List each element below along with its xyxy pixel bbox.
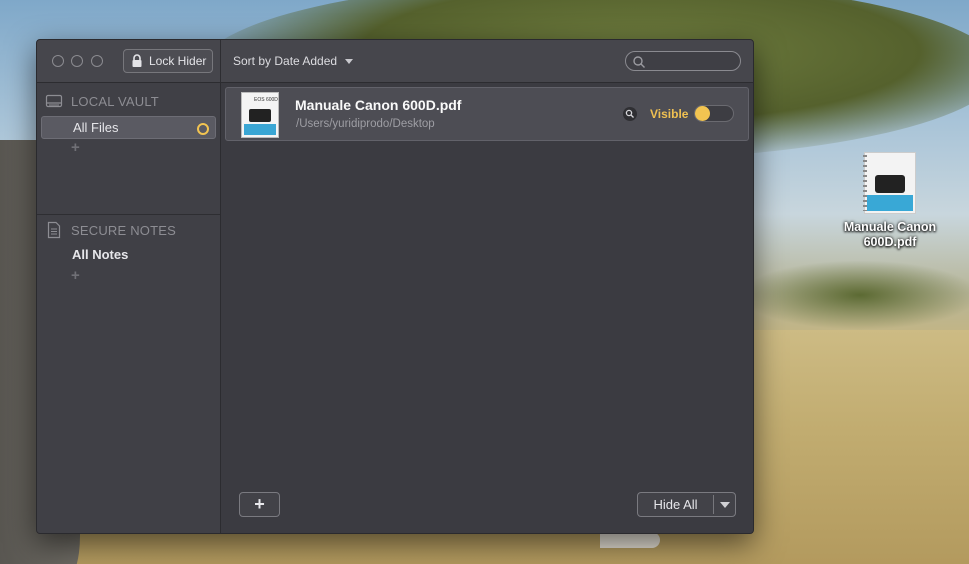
sort-label: Sort by Date Added: [233, 54, 338, 68]
toggle-knob: [695, 106, 710, 121]
add-note-button[interactable]: +: [71, 267, 80, 284]
hide-all-label: Hide All: [653, 497, 698, 512]
visibility-status: Visible: [650, 107, 689, 121]
sidebar: LOCAL VAULT All Files + SECURE NOTES All…: [37, 83, 221, 533]
sort-dropdown[interactable]: Sort by Date Added: [233, 54, 354, 68]
reveal-in-finder-button[interactable]: [623, 107, 637, 121]
search-icon: [633, 56, 645, 68]
hide-all-button[interactable]: Hide All: [637, 492, 736, 517]
add-vault-item-button[interactable]: +: [71, 139, 80, 156]
lock-icon: [132, 54, 142, 67]
drive-icon: [45, 94, 63, 108]
hide-all-divider: [713, 495, 714, 514]
secure-notes-heading: SECURE NOTES: [45, 221, 176, 239]
chevron-down-icon: [345, 58, 354, 64]
desktop-label-line1: Manuale Canon: [843, 220, 937, 234]
pdf-thumbnail: [863, 152, 916, 214]
title-bar: Lock Hider Sort by Date Added: [37, 40, 753, 83]
hider-window: Lock Hider Sort by Date Added LOCAL VAUL…: [36, 39, 754, 534]
file-row[interactable]: EOS 600D Manuale Canon 600D.pdf /Users/y…: [225, 87, 749, 141]
thumbnail-text: EOS 600D: [254, 97, 278, 103]
minimize-window-button[interactable]: [71, 55, 83, 67]
secure-notes-label: SECURE NOTES: [71, 222, 176, 238]
local-vault-heading: LOCAL VAULT: [45, 93, 159, 109]
lock-hider-label: Lock Hider: [149, 54, 207, 68]
pdf-thumbnail: EOS 600D: [241, 92, 279, 138]
file-path: /Users/yuridiprodo/Desktop: [296, 118, 435, 130]
sidebar-divider: [37, 214, 220, 215]
sidebar-item-label: All Files: [73, 120, 119, 135]
elephant-tusk: [600, 532, 660, 548]
magnifier-icon: [625, 109, 634, 118]
sidebar-item-label: All Notes: [72, 247, 129, 262]
add-file-button[interactable]: +: [239, 492, 280, 517]
sidebar-item-all-files[interactable]: All Files: [41, 116, 216, 139]
search-input[interactable]: [625, 51, 741, 71]
document-icon: [47, 221, 61, 239]
chevron-down-icon[interactable]: [720, 502, 730, 508]
distant-trees: [740, 260, 969, 330]
desktop-file-label: Manuale Canon 600D.pdf: [838, 220, 942, 250]
local-vault-label: LOCAL VAULT: [71, 93, 159, 109]
zoom-window-button[interactable]: [91, 55, 103, 67]
close-window-button[interactable]: [52, 55, 64, 67]
status-dot-icon: [197, 123, 209, 135]
sidebar-item-all-notes[interactable]: All Notes: [41, 244, 216, 267]
toolbar-divider: [220, 40, 221, 82]
desktop-label-line2: 600D.pdf: [863, 235, 917, 249]
file-list: EOS 600D Manuale Canon 600D.pdf /Users/y…: [221, 83, 753, 533]
lock-hider-button[interactable]: Lock Hider: [123, 49, 213, 73]
file-name: Manuale Canon 600D.pdf: [295, 97, 462, 113]
visibility-toggle[interactable]: [694, 105, 734, 122]
desktop-file-icon[interactable]: Manuale Canon 600D.pdf: [838, 152, 942, 250]
